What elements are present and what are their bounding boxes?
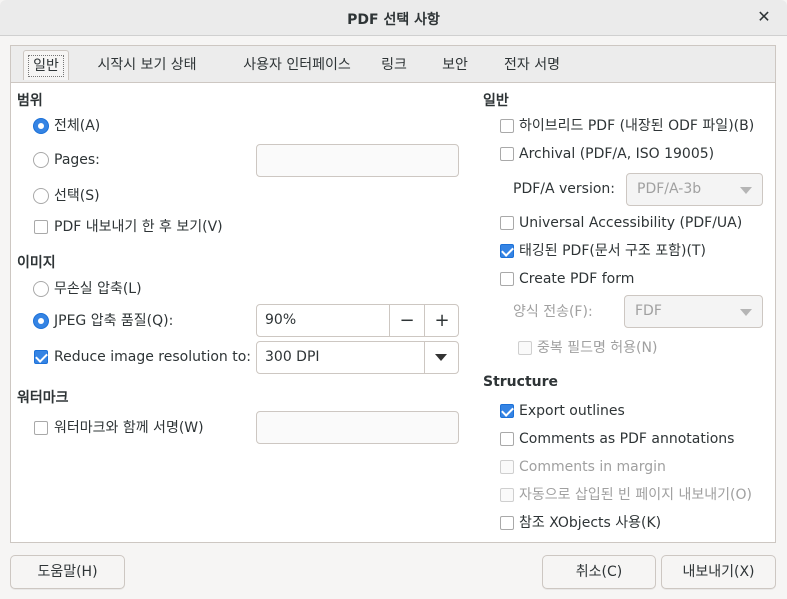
duplicate-fields-label[interactable]: 중복 필드명 허용(N) <box>537 337 657 359</box>
watermark-input[interactable] <box>256 411 459 444</box>
window-title: PDF 선택 사항 <box>347 12 440 28</box>
hybrid-pdf-checkbox[interactable] <box>500 119 514 133</box>
comments-margin-checkbox[interactable] <box>500 460 514 474</box>
chevron-down-icon <box>435 354 447 361</box>
range-pages-label[interactable]: Pages: <box>54 149 100 171</box>
pdfa-version-select[interactable]: PDF/A-3b <box>626 173 763 206</box>
tab-security[interactable]: 보안 <box>437 50 473 80</box>
reduce-resolution-label[interactable]: Reduce image resolution to: <box>54 346 251 368</box>
hybrid-pdf-label[interactable]: 하이브리드 PDF (내장된 ODF 파일)(B) <box>519 115 754 137</box>
pages-input[interactable] <box>256 144 459 177</box>
general-section-title: 일반 <box>483 93 509 109</box>
comments-annotations-checkbox[interactable] <box>500 432 514 446</box>
decrease-button[interactable]: − <box>389 305 424 336</box>
xobjects-checkbox[interactable] <box>500 516 514 530</box>
watermark-checkbox[interactable] <box>34 421 48 435</box>
resolution-dropdown-button[interactable] <box>424 342 458 373</box>
jpeg-quality-value[interactable]: 90% <box>265 312 296 328</box>
lossless-radio[interactable] <box>33 281 49 297</box>
pdfa-version-label: PDF/A version: <box>513 181 616 197</box>
accessibility-checkbox[interactable] <box>500 216 514 230</box>
close-icon[interactable]: ✕ <box>755 8 773 26</box>
range-selection-radio[interactable] <box>33 188 49 204</box>
tab-bar: 일반 시작시 보기 상태 사용자 인터페이스 링크 보안 전자 서명 <box>11 46 775 83</box>
tagged-pdf-checkbox[interactable] <box>500 244 514 258</box>
archival-label[interactable]: Archival (PDF/A, ISO 19005) <box>519 143 714 165</box>
blank-pages-checkbox[interactable] <box>500 488 514 502</box>
export-button[interactable]: 내보내기(X) <box>661 555 776 589</box>
comments-margin-label[interactable]: Comments in margin <box>519 456 666 478</box>
range-all-radio[interactable] <box>33 118 49 134</box>
export-outlines-checkbox[interactable] <box>500 404 514 418</box>
cancel-button[interactable]: 취소(C) <box>542 555 656 589</box>
range-pages-radio[interactable] <box>33 152 49 168</box>
range-all-label[interactable]: 전체(A) <box>54 115 100 137</box>
xobjects-label[interactable]: 참조 XObjects 사용(K) <box>519 512 661 534</box>
archival-checkbox[interactable] <box>500 147 514 161</box>
watermark-section-title: 워터마크 <box>17 390 69 406</box>
view-after-export-checkbox[interactable] <box>34 220 48 234</box>
create-form-checkbox[interactable] <box>500 272 514 286</box>
jpeg-label[interactable]: JPEG 압축 품질(Q): <box>54 310 173 332</box>
lossless-label[interactable]: 무손실 압축(L) <box>54 278 142 300</box>
submit-format-select[interactable]: FDF <box>624 295 763 328</box>
resolution-combo[interactable]: 300 DPI <box>256 341 459 374</box>
create-form-label[interactable]: Create PDF form <box>519 268 634 290</box>
blank-pages-label[interactable]: 자동으로 삽입된 빈 페이지 내보내기(O) <box>519 484 752 506</box>
tab-digital-signatures[interactable]: 전자 서명 <box>499 50 565 80</box>
tab-general[interactable]: 일반 <box>23 50 69 80</box>
tab-links[interactable]: 링크 <box>377 50 411 80</box>
tab-initial-view[interactable]: 시작시 보기 상태 <box>83 50 211 80</box>
tab-user-interface[interactable]: 사용자 인터페이스 <box>225 50 369 80</box>
reduce-resolution-checkbox[interactable] <box>34 350 48 364</box>
comments-annotations-label[interactable]: Comments as PDF annotations <box>519 428 734 450</box>
help-button[interactable]: 도움말(H) <box>10 555 125 589</box>
view-after-export-label[interactable]: PDF 내보내기 한 후 보기(V) <box>54 216 223 238</box>
chevron-down-icon <box>740 309 752 316</box>
increase-button[interactable]: + <box>424 305 459 336</box>
duplicate-fields-checkbox[interactable] <box>518 341 532 355</box>
resolution-value[interactable]: 300 DPI <box>265 349 320 365</box>
jpeg-radio[interactable] <box>33 313 49 329</box>
jpeg-quality-stepper[interactable]: 90% − + <box>256 304 459 337</box>
structure-section-title: Structure <box>483 374 559 390</box>
accessibility-label[interactable]: Universal Accessibility (PDF/UA) <box>519 212 742 234</box>
images-section-title: 이미지 <box>17 255 56 271</box>
range-section-title: 범위 <box>17 93 43 109</box>
range-selection-label[interactable]: 선택(S) <box>54 185 100 207</box>
chevron-down-icon <box>740 187 752 194</box>
title-bar: PDF 선택 사항 ✕ <box>0 0 787 36</box>
tagged-pdf-label[interactable]: 태깅된 PDF(문서 구조 포함)(T) <box>519 240 706 262</box>
submit-format-label: 양식 전송(F): <box>513 304 593 320</box>
export-outlines-label[interactable]: Export outlines <box>519 400 625 422</box>
watermark-label[interactable]: 워터마크와 함께 서명(W) <box>54 417 204 439</box>
